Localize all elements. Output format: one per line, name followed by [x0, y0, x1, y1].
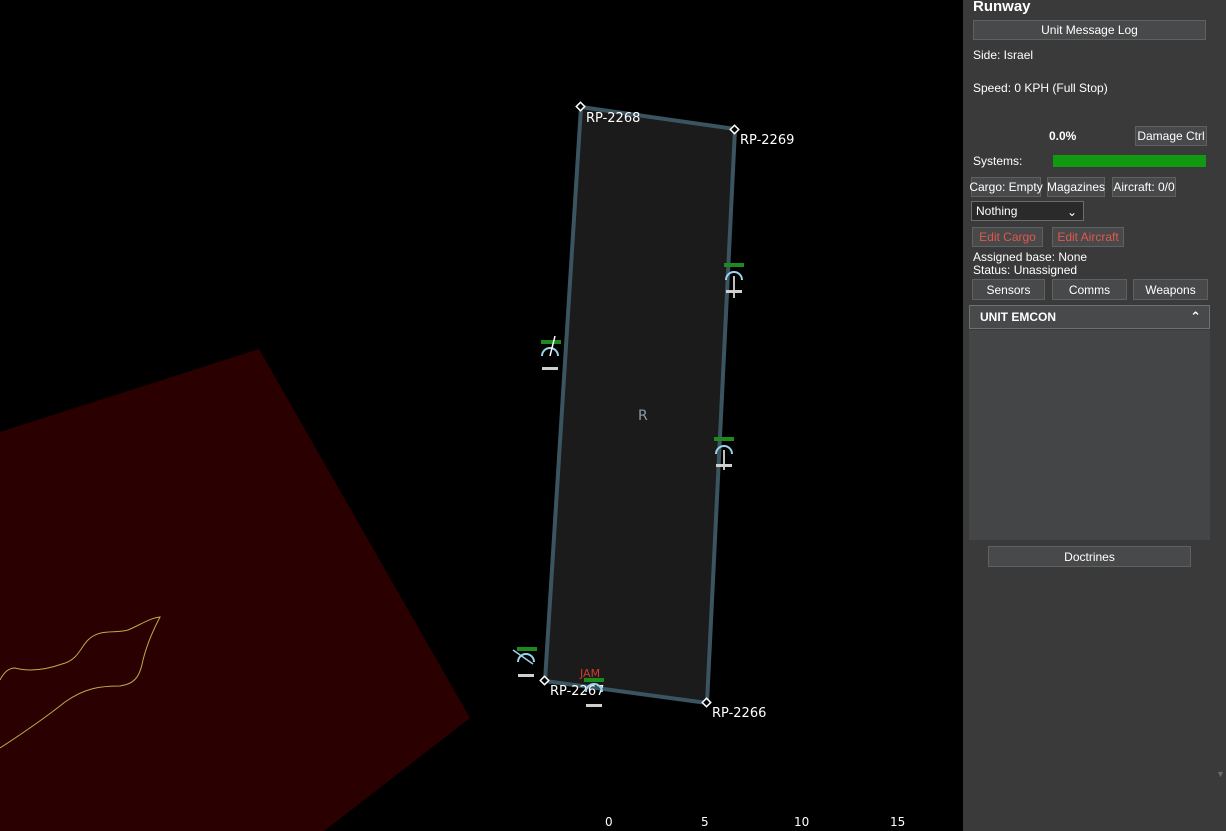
loadout-select-value: Nothing — [976, 204, 1018, 218]
scale-bar: 0 5 10 15 — [605, 815, 905, 829]
systems-label: Systems: — [973, 154, 1023, 168]
chevron-down-icon: ⌄ — [1066, 205, 1077, 219]
loadout-select[interactable]: Nothing ⌄ — [971, 201, 1084, 221]
radar-unit-icon[interactable] — [512, 647, 537, 677]
runway-zone[interactable] — [542, 104, 738, 706]
unit-emcon-header[interactable]: UNIT EMCON ⌃ — [969, 305, 1210, 329]
aircraft-button[interactable]: Aircraft: 0/0 — [1112, 177, 1176, 197]
cargo-button[interactable]: Cargo: Empty — [969, 177, 1043, 197]
damage-percent: 0.0% — [1049, 129, 1077, 143]
rp-2269-label: RP-2269 — [740, 133, 794, 148]
comms-button[interactable]: Comms — [1052, 279, 1127, 300]
radar-unit-icon[interactable] — [541, 335, 561, 370]
magazines-button[interactable]: Magazines — [1047, 177, 1105, 197]
rp-2267-label: RP-2267 — [550, 684, 604, 699]
threat-area — [0, 349, 470, 831]
scale-tick-label: 0 — [605, 815, 613, 829]
jam-label: JAM — [579, 667, 600, 680]
unit-message-log-button[interactable]: Unit Message Log — [973, 20, 1206, 40]
damage-ctrl-button[interactable]: Damage Ctrl — [1135, 126, 1207, 146]
unit-emcon-title: UNIT EMCON — [980, 310, 1056, 324]
rp-2268-label: RP-2268 — [586, 111, 640, 126]
scroll-down-icon[interactable]: ▼ — [1216, 769, 1225, 779]
tactical-map[interactable]: R RP-2268 RP-2269 RP-2266 RP-2267 JAM 0 … — [0, 0, 963, 831]
edit-cargo-button[interactable]: Edit Cargo — [972, 227, 1043, 247]
edit-aircraft-button[interactable]: Edit Aircraft — [1052, 227, 1124, 247]
assigned-base-text: Assigned base: None — [973, 250, 1088, 264]
weapons-button[interactable]: Weapons — [1133, 279, 1208, 300]
rp-2266-label: RP-2266 — [712, 706, 766, 721]
scale-tick-label: 10 — [794, 815, 809, 829]
scale-tick-label: 15 — [890, 815, 905, 829]
sensors-button[interactable]: Sensors — [972, 279, 1045, 300]
speed-text: Speed: 0 KPH (Full Stop) — [973, 81, 1108, 95]
systems-bar — [1053, 155, 1206, 167]
unit-title: Runway — [973, 0, 1031, 15]
status-text: Status: Unassigned — [973, 263, 1078, 277]
scale-tick-label: 5 — [701, 815, 709, 829]
doctrines-button[interactable]: Doctrines — [988, 546, 1191, 567]
panel-scrollbar[interactable]: ▼ — [1215, 0, 1226, 831]
side-text: Side: Israel — [973, 48, 1034, 62]
collapse-icon[interactable]: ⌃ — [1190, 309, 1201, 325]
zone-label: R — [638, 408, 648, 424]
systems-bar-fill — [1053, 155, 1206, 167]
unit-emcon-body — [969, 330, 1210, 540]
map-canvas[interactable]: R RP-2268 RP-2269 RP-2266 RP-2267 JAM 0 … — [0, 0, 963, 831]
unit-info-panel: Runway Unit Message Log Side: Israel Spe… — [963, 0, 1226, 831]
